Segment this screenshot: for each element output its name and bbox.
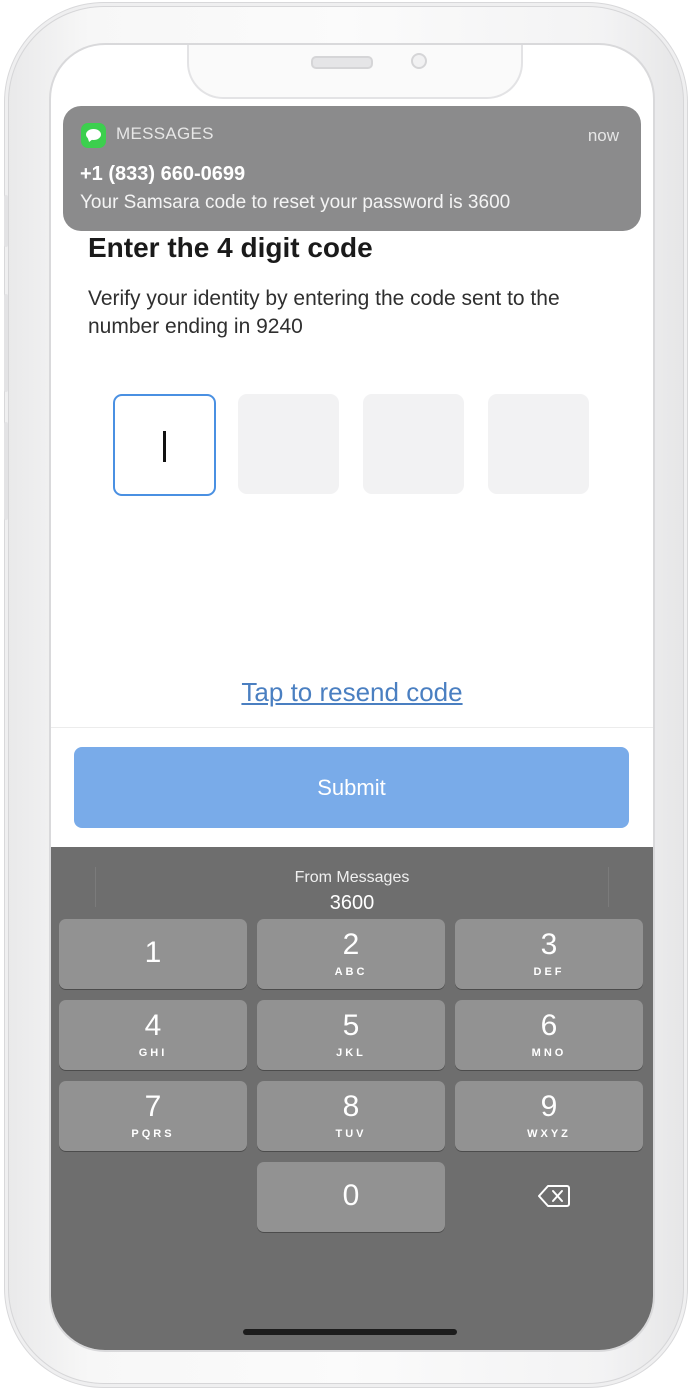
key-digit: 1 bbox=[144, 936, 162, 969]
notification-body: Your Samsara code to reset your password… bbox=[80, 192, 511, 213]
phone-screen: MESSAGES now +1 (833) 660-0699 Your Sams… bbox=[51, 45, 653, 1350]
front-camera bbox=[411, 53, 427, 69]
key-6[interactable]: 6 MNO bbox=[455, 1000, 643, 1070]
code-digit-4-input[interactable] bbox=[488, 394, 589, 494]
notification-sender: +1 (833) 660-0699 bbox=[80, 163, 246, 185]
key-letters: JKL bbox=[336, 1047, 366, 1059]
key-letters: GHI bbox=[138, 1047, 168, 1059]
key-letters: DEF bbox=[533, 966, 565, 978]
code-digit-1-input[interactable] bbox=[113, 394, 216, 496]
side-button-volume-down bbox=[4, 422, 8, 520]
key-7[interactable]: 7 PQRS bbox=[59, 1081, 247, 1151]
key-3[interactable]: 3 DEF bbox=[455, 919, 643, 989]
home-indicator[interactable] bbox=[243, 1329, 457, 1335]
autofill-suggestion[interactable]: From Messages 3600 bbox=[201, 855, 503, 915]
key-0[interactable]: 0 bbox=[257, 1162, 445, 1232]
side-button-silent bbox=[4, 195, 8, 247]
key-letters: TUV bbox=[335, 1128, 367, 1140]
speaker-grille bbox=[311, 56, 373, 69]
code-digit-3-input[interactable] bbox=[363, 394, 464, 494]
text-caret bbox=[163, 431, 166, 462]
key-digit: 9 bbox=[540, 1090, 558, 1123]
notification-time: now bbox=[587, 126, 619, 145]
key-5[interactable]: 5 JKL bbox=[257, 1000, 445, 1070]
backspace-icon bbox=[538, 1185, 570, 1207]
code-digit-2-input[interactable] bbox=[238, 394, 339, 494]
messages-app-icon bbox=[81, 123, 106, 148]
notification-app-name: MESSAGES bbox=[116, 124, 214, 143]
key-digit: 8 bbox=[342, 1090, 360, 1123]
key-letters: ABC bbox=[334, 966, 368, 978]
resend-code-link[interactable]: Tap to resend code bbox=[51, 677, 653, 708]
delete-key[interactable] bbox=[455, 1162, 643, 1232]
key-9[interactable]: 9 WXYZ bbox=[455, 1081, 643, 1151]
key-8[interactable]: 8 TUV bbox=[257, 1081, 445, 1151]
numeric-keyboard: From Messages 3600 1 2 ABC 3 DEF 4 GHI 5… bbox=[51, 847, 653, 1350]
key-letters: PQRS bbox=[131, 1128, 175, 1140]
key-2[interactable]: 2 ABC bbox=[257, 919, 445, 989]
key-digit: 5 bbox=[342, 1009, 360, 1042]
page-title: Enter the 4 digit code bbox=[88, 232, 373, 263]
key-digit: 6 bbox=[540, 1009, 558, 1042]
key-4[interactable]: 4 GHI bbox=[59, 1000, 247, 1070]
key-letters: WXYZ bbox=[527, 1128, 571, 1140]
key-letters: MNO bbox=[531, 1047, 567, 1059]
key-digit: 3 bbox=[540, 928, 558, 961]
suggestion-source: From Messages bbox=[294, 869, 410, 886]
divider bbox=[51, 727, 653, 728]
side-button-volume-up bbox=[4, 294, 8, 392]
key-digit: 7 bbox=[144, 1090, 162, 1123]
key-digit: 0 bbox=[342, 1179, 360, 1212]
submit-button[interactable]: Submit bbox=[74, 747, 629, 828]
suggestion-code: 3600 bbox=[329, 892, 375, 914]
key-1[interactable]: 1 bbox=[59, 919, 247, 989]
device-notch bbox=[187, 45, 523, 99]
message-notification[interactable]: MESSAGES now +1 (833) 660-0699 Your Sams… bbox=[63, 106, 641, 231]
key-digit: 4 bbox=[144, 1009, 162, 1042]
page-subtitle: Verify your identity by entering the cod… bbox=[88, 287, 560, 338]
key-digit: 2 bbox=[342, 928, 360, 961]
